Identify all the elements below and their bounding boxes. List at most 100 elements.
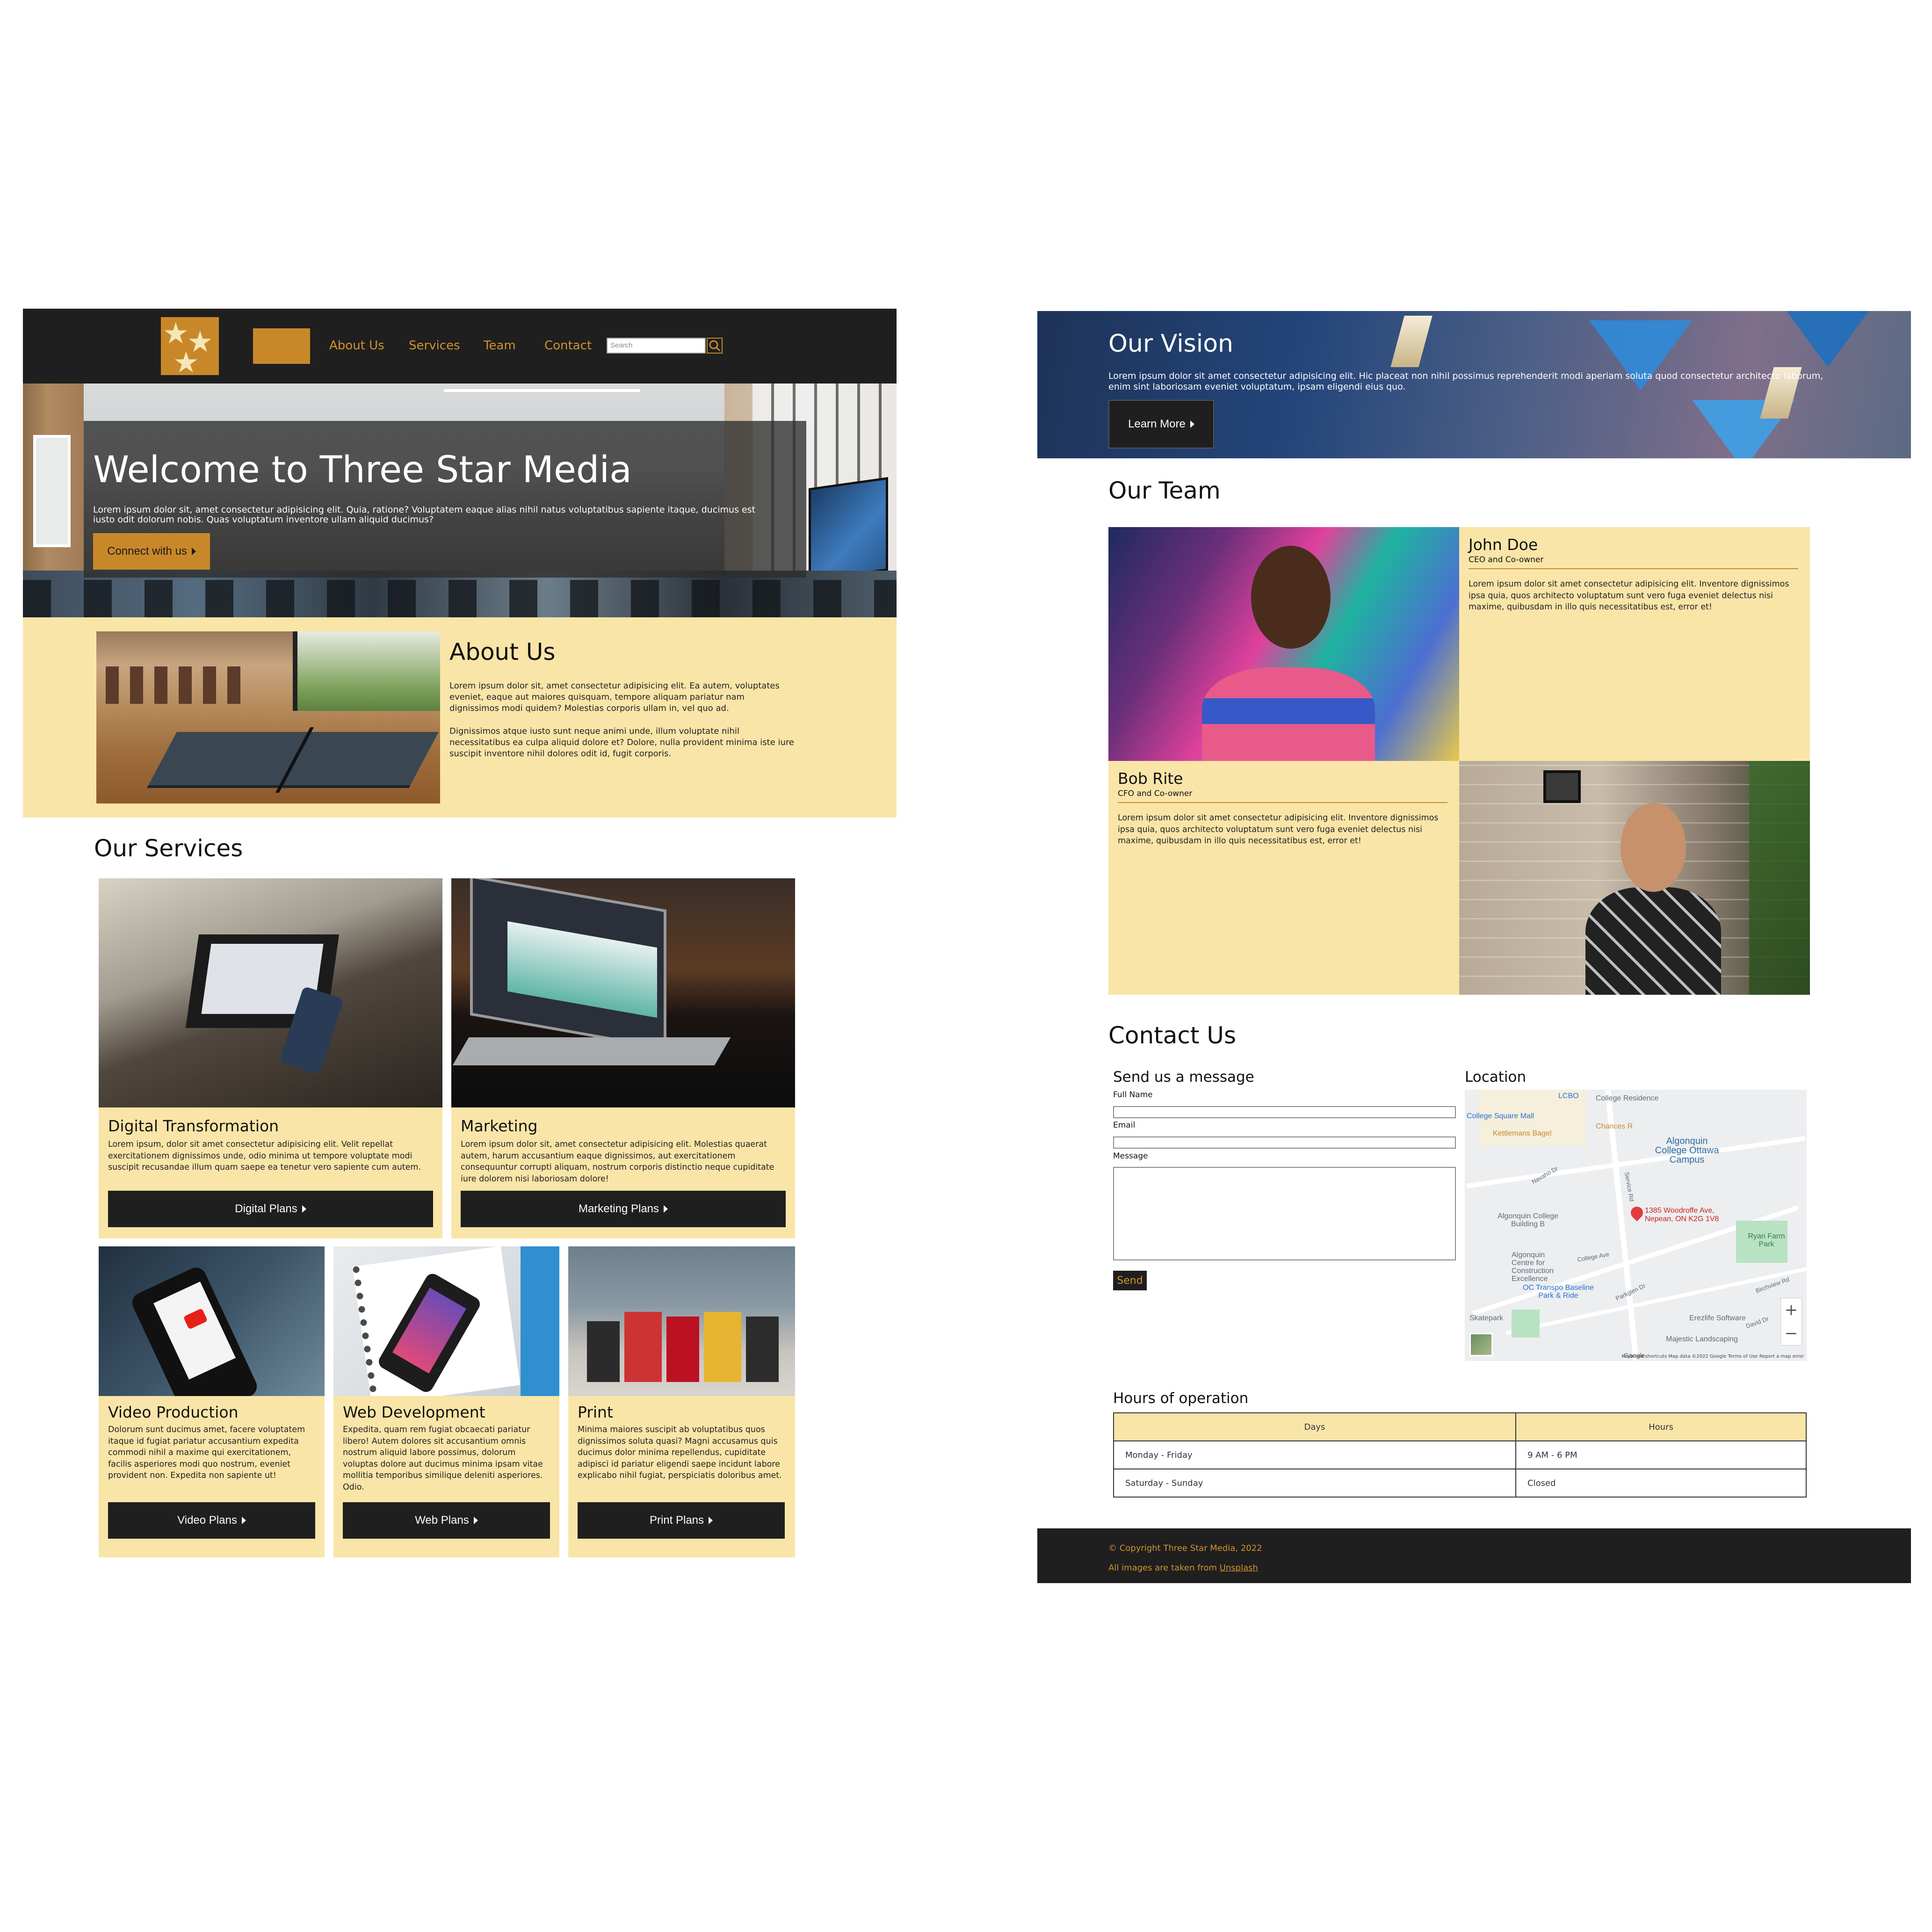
table-row: Saturday - Sunday Closed	[1113, 1469, 1807, 1498]
hero-background-door	[33, 435, 71, 547]
search-button[interactable]	[707, 338, 723, 354]
print-plans-button[interactable]: Print Plans	[578, 1502, 785, 1539]
web-plans-label: Web Plans	[415, 1514, 469, 1527]
caret-right-icon	[664, 1205, 668, 1213]
star-icon: ★	[163, 316, 189, 350]
table-cell: Closed	[1515, 1469, 1807, 1498]
map-address-line: Nepean, ON K2G 1V8	[1645, 1215, 1719, 1223]
team-member-bio: Lorem ipsum dolor sit amet consectetur a…	[1469, 579, 1789, 612]
about-paragraph-1: Lorem ipsum dolor sit, amet consectetur …	[449, 681, 780, 713]
nav-link-about[interactable]: About Us	[329, 339, 384, 353]
about-image-window	[293, 631, 440, 711]
divider	[1469, 568, 1798, 569]
nav-link-team[interactable]: Team	[484, 339, 516, 353]
nav-link-services[interactable]: Services	[409, 339, 460, 353]
hero-section: Welcome to Three Star Media Lorem ipsum …	[23, 384, 897, 617]
service-title: Digital Transformation	[108, 1117, 279, 1135]
person-head-shape	[1621, 803, 1686, 892]
caret-right-icon	[709, 1517, 713, 1524]
paper-boat-sail	[1390, 316, 1433, 367]
web-plans-button[interactable]: Web Plans	[343, 1502, 550, 1539]
person-torso-shape	[1585, 887, 1721, 995]
map-address-line: 1385 Woodroffe Ave,	[1645, 1207, 1715, 1215]
search-input[interactable]: Search	[607, 338, 706, 354]
service-card-marketing: Marketing Lorem ipsum dolor sit, amet co…	[451, 878, 795, 1238]
connect-button[interactable]: Connect with us	[93, 533, 210, 570]
about-title: About Us	[449, 638, 556, 666]
team-member-role: CEO and Co-owner	[1469, 555, 1544, 564]
location-map[interactable]: LCBO College Residence College Square Ma…	[1465, 1090, 1807, 1361]
table-cell: Monday - Friday	[1113, 1440, 1516, 1469]
digital-plans-label: Digital Plans	[235, 1202, 297, 1215]
john-doe-photo	[1108, 527, 1459, 761]
service-title: Video Production	[108, 1403, 239, 1421]
service-image-web	[333, 1246, 559, 1396]
about-paragraph-2: Dignissimos atque iusto sunt neque animi…	[449, 726, 794, 759]
marketing-plans-label: Marketing Plans	[578, 1202, 659, 1215]
unsplash-link[interactable]: Unsplash	[1220, 1563, 1258, 1573]
map-label: Erezlife Software	[1689, 1314, 1746, 1322]
map-label: LCBO	[1558, 1092, 1579, 1100]
form-title: Send us a message	[1113, 1069, 1254, 1085]
caret-right-icon	[473, 1517, 478, 1524]
service-text: Lorem ipsum, dolor sit amet consectetur …	[108, 1140, 421, 1172]
map-label: College Square Mall	[1467, 1112, 1534, 1120]
digital-plans-button[interactable]: Digital Plans	[108, 1191, 433, 1227]
nav-active-item[interactable]	[253, 328, 310, 364]
message-label: Message	[1113, 1151, 1148, 1161]
blue-folder-shape	[521, 1246, 559, 1396]
map-label: David Dr	[1744, 1315, 1770, 1330]
map-park-area	[1512, 1310, 1540, 1338]
service-text: Expedita, quam rem fugiat obcaecati pari…	[343, 1425, 543, 1492]
map-zoom-control: + −	[1780, 1298, 1802, 1346]
service-card-print: Print Minima maiores suscipit ab volupta…	[568, 1246, 795, 1557]
map-label: Service Rd	[1623, 1171, 1635, 1202]
map-label: Ryan Farm Park	[1748, 1232, 1785, 1248]
logo[interactable]: ★ ★ ★	[161, 316, 219, 377]
zoom-in-button[interactable]: +	[1781, 1298, 1802, 1322]
hero-text: Lorem ipsum dolor sit, amet consectetur …	[93, 505, 756, 525]
hero-office-chairs	[23, 580, 897, 617]
divider	[1118, 802, 1447, 803]
message-field[interactable]	[1113, 1167, 1456, 1260]
caret-right-icon	[302, 1205, 306, 1213]
table-cell: 9 AM - 6 PM	[1515, 1440, 1807, 1469]
team-member-name: John Doe	[1469, 535, 1538, 554]
newsbox-shape	[587, 1321, 620, 1382]
caret-right-icon	[241, 1517, 246, 1524]
map-label: Majestic Landscaping	[1666, 1335, 1738, 1343]
person-head-shape	[1251, 546, 1331, 649]
table-header-row: Days Hours	[1113, 1412, 1807, 1441]
marketing-plans-button[interactable]: Marketing Plans	[461, 1191, 786, 1227]
service-card-video: Video Production Dolorum sunt ducimus am…	[99, 1246, 325, 1557]
bob-rite-photo	[1459, 761, 1810, 995]
video-plans-button[interactable]: Video Plans	[108, 1502, 315, 1539]
service-text: Minima maiores suscipit ab voluptatibus …	[578, 1425, 782, 1480]
caret-right-icon	[1190, 420, 1194, 428]
learn-more-button[interactable]: Learn More	[1108, 400, 1214, 449]
navbar: ★ ★ ★ About Us Services Team Contact Sea…	[23, 309, 897, 384]
full-name-field[interactable]	[1113, 1106, 1456, 1118]
service-image-print	[568, 1246, 795, 1396]
map-pin-icon[interactable]	[1628, 1204, 1646, 1222]
service-image-marketing	[451, 878, 795, 1107]
keyboard-shape	[452, 1037, 731, 1065]
footer: © Copyright Three Star Media, 2022 All i…	[1037, 1528, 1911, 1583]
zoom-out-button[interactable]: −	[1781, 1322, 1802, 1345]
service-title: Marketing	[461, 1117, 538, 1135]
nav-link-contact[interactable]: Contact	[544, 339, 592, 353]
location-title: Location	[1465, 1069, 1527, 1085]
map-satellite-toggle[interactable]	[1469, 1333, 1493, 1356]
learn-more-label: Learn More	[1128, 418, 1186, 430]
connect-button-label: Connect with us	[107, 545, 187, 557]
copyright-text: © Copyright Three Star Media, 2022	[1108, 1543, 1262, 1553]
newsbox-shape	[666, 1317, 699, 1382]
email-field[interactable]	[1113, 1136, 1456, 1149]
image-credit-text: All images are taken from Unsplash	[1108, 1563, 1258, 1573]
bob-rite-card: Bob Rite CFO and Co-owner Lorem ipsum do…	[1108, 761, 1459, 995]
map-label: Chances R	[1596, 1122, 1633, 1130]
homepage-top-screenshot: ★ ★ ★ About Us Services Team Contact Sea…	[23, 309, 897, 1562]
map-label: Algonquin Centre for Construction Excell…	[1512, 1251, 1554, 1283]
contact-title: Contact Us	[1108, 1022, 1237, 1049]
send-button[interactable]: Send	[1113, 1271, 1147, 1290]
